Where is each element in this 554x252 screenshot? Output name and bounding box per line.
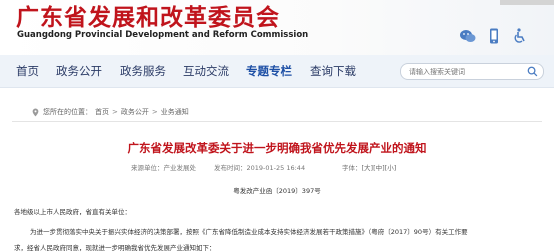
accessibility-icon[interactable] — [511, 27, 529, 45]
font-size-label: 字体： — [342, 164, 362, 172]
article-salutation: 各地级以上市人民政府，省直有关单位： — [14, 208, 131, 216]
breadcrumb-separator: > — [151, 108, 158, 116]
mobile-icon[interactable] — [485, 27, 503, 45]
search-box — [400, 63, 544, 80]
breadcrumb-home[interactable]: 首页 — [95, 107, 109, 117]
nav-item-home[interactable]: 首页 — [16, 55, 39, 87]
breadcrumb-gov-affairs[interactable]: 政务公开 — [121, 107, 149, 117]
breadcrumb: 您所在的位置： 首页 > 政务公开 > 业务通知 — [31, 107, 189, 117]
nav-item-interaction[interactable]: 互动交流 — [183, 55, 229, 87]
top-bar-decoration — [500, 0, 554, 5]
header-icon-group — [459, 27, 529, 47]
content-divider — [12, 121, 542, 122]
article-paragraph: 求，经省人民政府同意，现就进一步明确我省优先发展产业通知如下： — [14, 244, 216, 252]
article-publish-time: 发布时间：2019-01-25 16:44 — [214, 164, 306, 172]
site-subtitle: Guangdong Provincial Development and Ref… — [17, 30, 309, 40]
article-source: 来源单位：产业发展处 — [131, 164, 196, 172]
font-size-small[interactable]: [小] — [385, 164, 397, 172]
search-icon[interactable] — [527, 66, 538, 77]
breadcrumb-notices[interactable]: 业务通知 — [161, 107, 189, 117]
wechat-icon[interactable] — [459, 27, 477, 45]
font-size-switcher: 字体：[大][中][小] — [342, 162, 396, 172]
location-pin-icon — [32, 108, 39, 116]
nav-item-downloads[interactable]: 查询下载 — [310, 55, 356, 87]
font-size-large[interactable]: [大] — [362, 164, 374, 172]
search-input[interactable] — [409, 65, 517, 78]
nav-item-gov-services[interactable]: 政务服务 — [120, 55, 166, 87]
site-header: 广东省发展和改革委员会 Guangdong Provincial Develop… — [0, 0, 554, 55]
site-title[interactable]: 广东省发展和改革委员会 — [16, 4, 280, 32]
article-title: 广东省发展改革委关于进一步明确我省优先发展产业的通知 — [127, 141, 427, 155]
nav-item-special-topics[interactable]: 专题专栏 — [246, 55, 292, 87]
nav-item-gov-affairs[interactable]: 政务公开 — [56, 55, 102, 87]
document-number: 粤发改产业函〔2019〕397号 — [233, 187, 321, 195]
article-paragraph: 为进一步贯彻落实中央关于振兴实体经济的决策部署，按照《广东省降低制造业成本支持实… — [30, 228, 468, 236]
font-size-medium[interactable]: [中] — [373, 164, 385, 172]
breadcrumb-prefix: 您所在的位置： — [43, 108, 92, 116]
breadcrumb-separator: > — [112, 108, 118, 116]
